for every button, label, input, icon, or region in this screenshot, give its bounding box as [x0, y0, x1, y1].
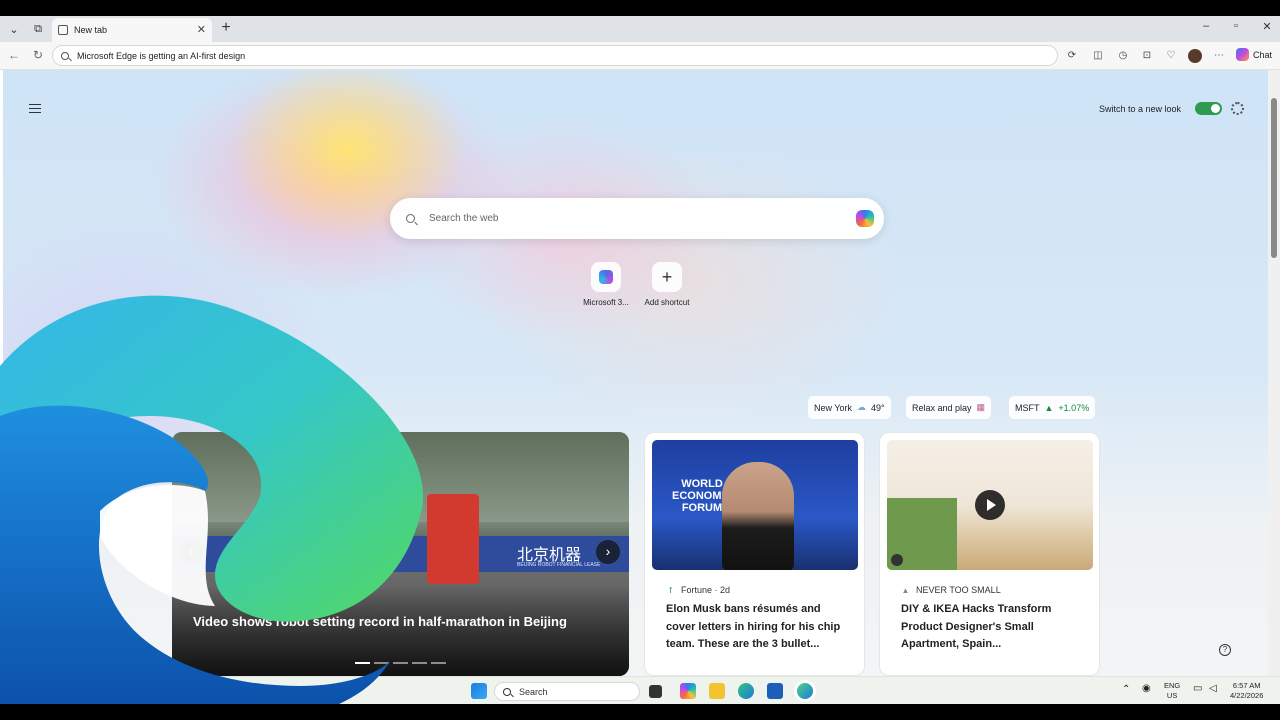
copilot-app-icon[interactable]	[680, 683, 696, 699]
tab-title: New tab	[74, 25, 108, 35]
news-title[interactable]: DIY & IKEA Hacks Transform Product Desig…	[901, 601, 1086, 654]
taskbar-search[interactable]: Search	[494, 682, 640, 701]
time: 6:57 AM	[1232, 681, 1261, 690]
tab-strip: ⌄ ⧉ New tab ✕ + – ▫ ✕	[0, 16, 1280, 42]
network-status-icon[interactable]: ◉	[1142, 684, 1151, 694]
copilot-chat-button[interactable]: Chat	[1236, 48, 1272, 61]
edge-app-icon[interactable]	[738, 683, 754, 699]
browser-window: ⌄ ⧉ New tab ✕ + – ▫ ✕ ← ↻ Microsoft Edge…	[0, 16, 1280, 704]
plus-icon: +	[661, 266, 673, 287]
new-look-toggle[interactable]	[1195, 102, 1222, 115]
source-logo-icon: ▲	[901, 585, 910, 595]
minimize-icon[interactable]: –	[1196, 20, 1216, 32]
lang-code: ENG	[1164, 681, 1181, 690]
search-icon	[503, 687, 511, 696]
help-icon[interactable]: ?	[1219, 644, 1231, 656]
fortune-icon: f	[669, 585, 672, 595]
weather-city: New York	[814, 402, 853, 413]
toggle-knob	[1211, 104, 1220, 113]
profile-avatar[interactable]	[1188, 49, 1202, 63]
carousel-next-icon[interactable]: ›	[596, 540, 620, 564]
page-scrollbar[interactable]	[1268, 70, 1280, 676]
close-window-icon[interactable]: ✕	[1257, 20, 1277, 33]
shortcut-tile	[591, 262, 621, 292]
navigation-bar: ← ↻ Microsoft Edge is getting an AI-firs…	[0, 42, 1280, 70]
chat-label: Chat	[1253, 49, 1273, 60]
up-arrow-icon: ▲	[1044, 402, 1054, 413]
cloud-icon: ☁	[857, 402, 867, 412]
news-source: ▲ NEVER TOO SMALL	[901, 585, 1001, 595]
shortcut-label: Add shortcut	[644, 298, 690, 307]
address-bar[interactable]: Microsoft Edge is getting an AI-first de…	[52, 45, 1058, 66]
edge-canary-icon[interactable]	[797, 683, 813, 699]
stock-change: +1.07%	[1058, 402, 1090, 413]
shortcut-microsoft-365[interactable]: Microsoft 3...	[576, 262, 636, 307]
robot-figure	[427, 494, 479, 584]
close-tab-icon[interactable]: ✕	[197, 23, 206, 36]
maximize-icon[interactable]: ▫	[1226, 20, 1246, 32]
collections-icon[interactable]: ⧉	[28, 20, 48, 38]
banner-subtext: BEIJING ROBOT FINANCIAL LEASE	[517, 562, 601, 568]
volume-icon[interactable]: ◁	[1209, 684, 1217, 694]
taskbar-search-label: Search	[519, 686, 548, 697]
file-explorer-icon[interactable]	[709, 683, 725, 699]
region-code: US	[1166, 691, 1178, 700]
news-image: WORLD ECONOMIC FORUM	[652, 440, 858, 570]
source-label: Fortune · 2d	[681, 585, 731, 595]
history-icon[interactable]: ◷	[1116, 49, 1130, 63]
news-card[interactable]: ▲ NEVER TOO SMALL DIY & IKEA Hacks Trans…	[879, 432, 1100, 676]
tab-new-tab[interactable]: New tab ✕	[52, 18, 212, 42]
new-tab-button[interactable]: +	[218, 20, 234, 36]
date: 4/22/2026	[1230, 691, 1264, 700]
wifi-icon[interactable]: ▭	[1193, 684, 1202, 694]
settings-gear-icon[interactable]	[1231, 102, 1244, 115]
add-shortcut-button[interactable]: + Add shortcut	[637, 262, 697, 307]
clock[interactable]: 6:57 AM 4/22/2026	[1230, 681, 1263, 701]
weather-temp: 49°	[871, 402, 885, 413]
edge-logo-overlay	[0, 295, 424, 704]
language-indicator[interactable]: ENG US	[1164, 681, 1180, 701]
back-icon[interactable]: ←	[6, 48, 22, 62]
task-view-icon[interactable]	[649, 685, 662, 698]
search-icon	[406, 214, 415, 223]
refresh-icon[interactable]: ↻	[30, 48, 46, 62]
scrollbar-thumb[interactable]	[1271, 98, 1277, 258]
news-title[interactable]: Elon Musk bans résumés and cover letters…	[666, 601, 851, 654]
video-badge-icon	[891, 554, 903, 566]
copilot-icon	[1236, 48, 1249, 61]
m365-icon	[599, 270, 613, 284]
more-icon[interactable]: ⋯	[1212, 49, 1226, 63]
play-video-icon[interactable]	[975, 490, 1005, 520]
stock-pill[interactable]: MSFT ▲ +1.07%	[1009, 396, 1096, 419]
start-icon[interactable]	[471, 683, 487, 699]
page-icon	[58, 25, 68, 35]
weather-pill[interactable]: New York ☁ 49°	[808, 396, 891, 419]
relax-play-pill[interactable]: Relax and play ▦	[906, 396, 992, 419]
news-image	[887, 440, 1093, 570]
search-placeholder: Search the web	[429, 213, 499, 224]
web-search-box[interactable]: Search the web	[390, 198, 884, 239]
copilot-icon[interactable]	[856, 210, 874, 227]
stock-ticker: MSFT	[1015, 402, 1040, 413]
menu-icon[interactable]	[29, 104, 41, 113]
search-icon	[61, 51, 69, 60]
news-card[interactable]: WORLD ECONOMIC FORUM f Fortune · 2d Elon…	[644, 432, 865, 676]
screenshot-icon[interactable]: ⊡	[1140, 49, 1154, 63]
shortcut-tile: +	[652, 262, 682, 292]
store-icon[interactable]	[767, 683, 783, 699]
news-source: f Fortune · 2d	[666, 585, 730, 595]
address-text: Microsoft Edge is getting an AI-first de…	[77, 50, 246, 61]
shortcut-label: Microsoft 3...	[583, 298, 629, 307]
person-figure	[722, 462, 794, 570]
extensions-icon[interactable]: ⟳	[1065, 49, 1079, 63]
show-hidden-icons[interactable]: ⌃	[1122, 685, 1130, 695]
game-icon: ▦	[976, 402, 986, 412]
relax-play-label: Relax and play	[912, 402, 972, 413]
source-label: NEVER TOO SMALL	[916, 585, 1001, 595]
tab-list-icon[interactable]: ⌄	[4, 20, 24, 38]
new-look-label: Switch to a new look	[1099, 104, 1182, 114]
split-screen-icon[interactable]: ◫	[1091, 49, 1105, 63]
browser-essentials-icon[interactable]: ♡	[1164, 49, 1178, 63]
